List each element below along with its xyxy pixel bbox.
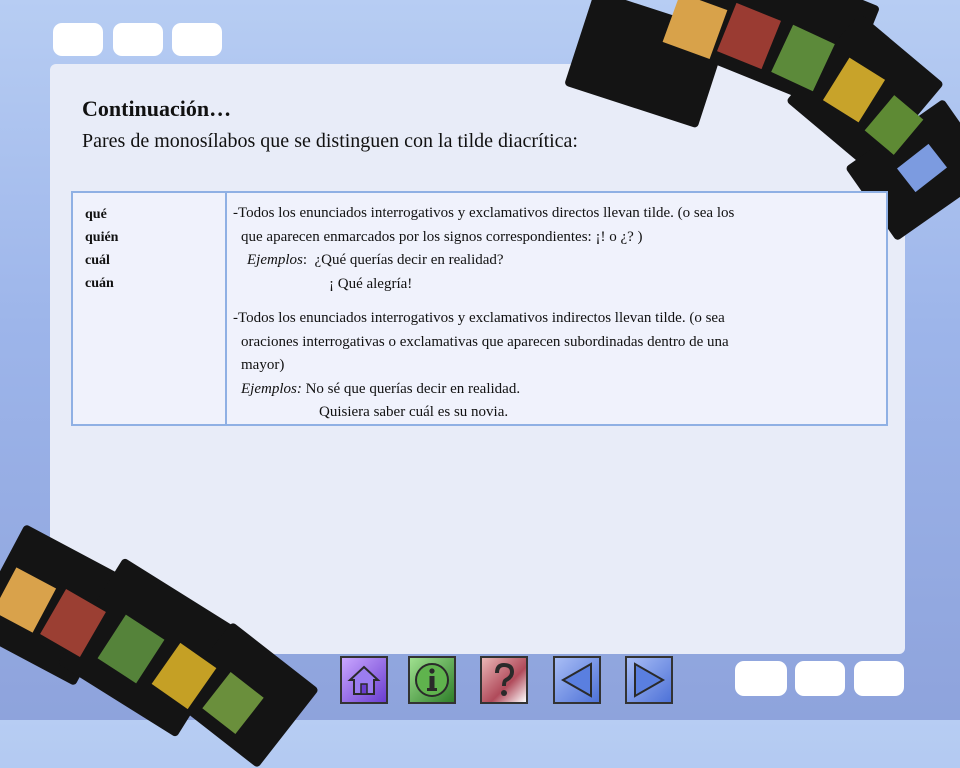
forward-arrow-icon (634, 662, 666, 698)
rule2-line3: mayor) (241, 357, 285, 373)
rule1-line1: -Todos los enunciados interrogativos y e… (233, 205, 735, 221)
home-button[interactable] (340, 656, 388, 704)
help-button[interactable] (480, 656, 528, 704)
word-list: qué quién cuál cuán (85, 203, 118, 295)
word-cuan: cuán (85, 276, 114, 291)
rule2-examples-label: Ejemplos: (241, 380, 302, 397)
slide-title: Continuación… (82, 96, 232, 121)
bottom-tab-1 (735, 661, 787, 696)
rule-text: -Todos los enunciados interrogativos y e… (233, 202, 873, 425)
info-icon (415, 663, 449, 697)
monosyllable-table: qué quién cuál cuán -Todos los enunciado… (71, 191, 888, 426)
film-strip-bottom (0, 523, 320, 768)
rule1-example2: ¡ Qué alegría! (329, 275, 413, 292)
info-button[interactable] (408, 656, 456, 704)
rule2-example2: Quisiera saber cuál es su novia. (319, 404, 509, 420)
rule2-example1: No sé que querías decir en realidad. (305, 380, 521, 397)
rule2-line2: oraciones interrogativas o exclamativas … (241, 333, 729, 350)
top-tab-2 (113, 23, 163, 56)
home-icon (347, 665, 381, 695)
back-button[interactable] (553, 656, 601, 704)
column-divider (225, 193, 227, 424)
rule1-examples-label: Ejemplos (247, 252, 303, 268)
rule1-example1: ¿Qué querías decir en realidad? (314, 252, 504, 268)
word-quien: quién (85, 230, 119, 245)
slide-subtitle: Pares de monosílabos que se distinguen c… (82, 130, 578, 152)
word-que: qué (85, 207, 107, 222)
rule2-line1: -Todos los enunciados interrogativos y e… (233, 310, 725, 326)
top-tab-1 (53, 23, 103, 56)
back-arrow-icon (560, 662, 592, 698)
help-icon (495, 662, 515, 696)
forward-button[interactable] (625, 656, 673, 704)
rule2-example1-row: Ejemplos: No sé que querías decir en rea… (233, 378, 873, 402)
bottom-tab-2 (795, 661, 845, 696)
top-tab-3 (172, 23, 222, 56)
bottom-tab-3 (854, 661, 904, 696)
rule1-line2: que aparecen enmarcados por los signos c… (241, 228, 643, 245)
word-cual: cuál (85, 253, 110, 268)
rule1-example1-row: Ejemplos: ¿Qué querías decir en realidad… (247, 252, 504, 268)
